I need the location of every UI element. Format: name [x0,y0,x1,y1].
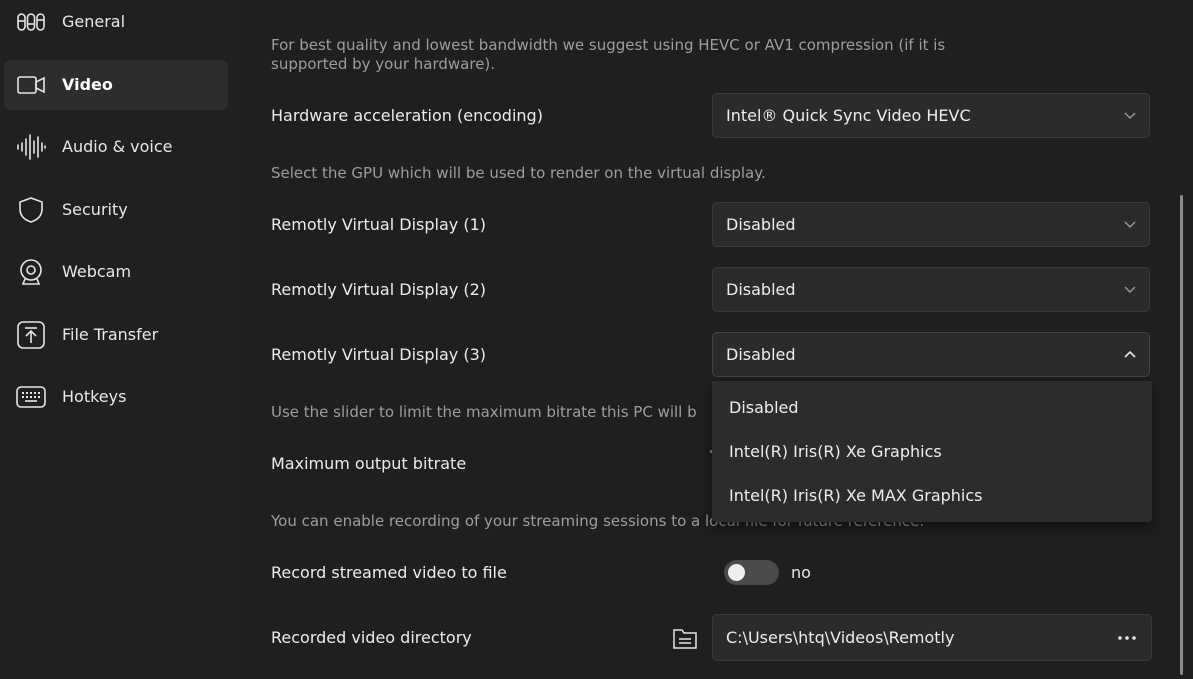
folder-icon[interactable] [671,624,699,652]
record-toggle-state: no [791,563,811,582]
display-3-label: Remotly Virtual Display (3) [271,345,486,364]
scrollbar-thumb[interactable] [1180,195,1183,675]
dropdown-option-iris-xe[interactable]: Intel(R) Iris(R) Xe Graphics [729,442,942,461]
sidebar-item-file-transfer[interactable]: File Transfer [4,310,228,360]
dropdown-option-iris-xe-max[interactable]: Intel(R) Iris(R) Xe MAX Graphics [729,486,983,505]
upload-icon [16,321,46,349]
more-options-icon[interactable] [1115,626,1139,650]
sidebar-item-label: Webcam [62,262,132,281]
display-3-value: Disabled [726,345,796,364]
general-icon [16,8,46,36]
bitrate-label: Maximum output bitrate [271,454,467,473]
display-1-select[interactable]: Disabled [712,202,1150,247]
chevron-down-icon [1122,216,1138,232]
display-2-value: Disabled [726,280,796,299]
sidebar-item-webcam[interactable]: Webcam [4,247,228,297]
sidebar-item-label: Hotkeys [62,387,127,406]
directory-path-field[interactable]: C:\Users\htq\Videos\Remotly [712,614,1152,661]
record-label: Record streamed video to file [271,563,507,582]
directory-path-value: C:\Users\htq\Videos\Remotly [726,628,955,647]
display-2-label: Remotly Virtual Display (2) [271,280,486,299]
webcam-icon [16,258,46,286]
gpu-hint: Select the GPU which will be used to ren… [271,164,766,182]
video-camera-icon [16,71,46,99]
sidebar: General Video Audio & voice Security Web… [0,0,234,679]
toggle-knob [728,564,745,581]
chevron-up-icon [1122,346,1138,362]
keyboard-icon [16,383,46,411]
sidebar-item-general[interactable]: General [4,0,228,47]
sidebar-item-security[interactable]: Security [4,185,228,235]
hw-accel-label: Hardware acceleration (encoding) [271,106,543,125]
hw-accel-value: Intel® Quick Sync Video HEVC [726,106,971,125]
sidebar-item-hotkeys[interactable]: Hotkeys [4,372,228,422]
sidebar-item-label: File Transfer [62,325,159,344]
sidebar-item-label: Audio & voice [62,137,173,156]
audio-wave-icon [16,133,46,161]
display-2-select[interactable]: Disabled [712,267,1150,312]
record-toggle[interactable] [724,560,779,585]
dropdown-option-disabled[interactable]: Disabled [729,398,799,417]
shield-icon [16,196,46,224]
settings-panel: For best quality and lowest bandwidth we… [234,0,1193,679]
sidebar-item-label: Video [62,75,113,94]
chevron-down-icon [1122,281,1138,297]
directory-label: Recorded video directory [271,628,472,647]
compression-hint: For best quality and lowest bandwidth we… [271,36,946,73]
chevron-down-icon [1122,107,1138,123]
bitrate-hint: Use the slider to limit the maximum bitr… [271,403,697,421]
hw-accel-select[interactable]: Intel® Quick Sync Video HEVC [712,93,1150,138]
sidebar-item-label: Security [62,200,128,219]
sidebar-item-label: General [62,12,126,31]
display-1-value: Disabled [726,215,796,234]
display-3-select[interactable]: Disabled [712,332,1150,377]
display-1-label: Remotly Virtual Display (1) [271,215,486,234]
sidebar-item-audio[interactable]: Audio & voice [4,122,228,172]
sidebar-item-video[interactable]: Video [4,60,228,110]
scrollbar[interactable] [1175,30,1183,675]
display-3-dropdown-menu: Disabled Intel(R) Iris(R) Xe Graphics In… [712,381,1152,522]
